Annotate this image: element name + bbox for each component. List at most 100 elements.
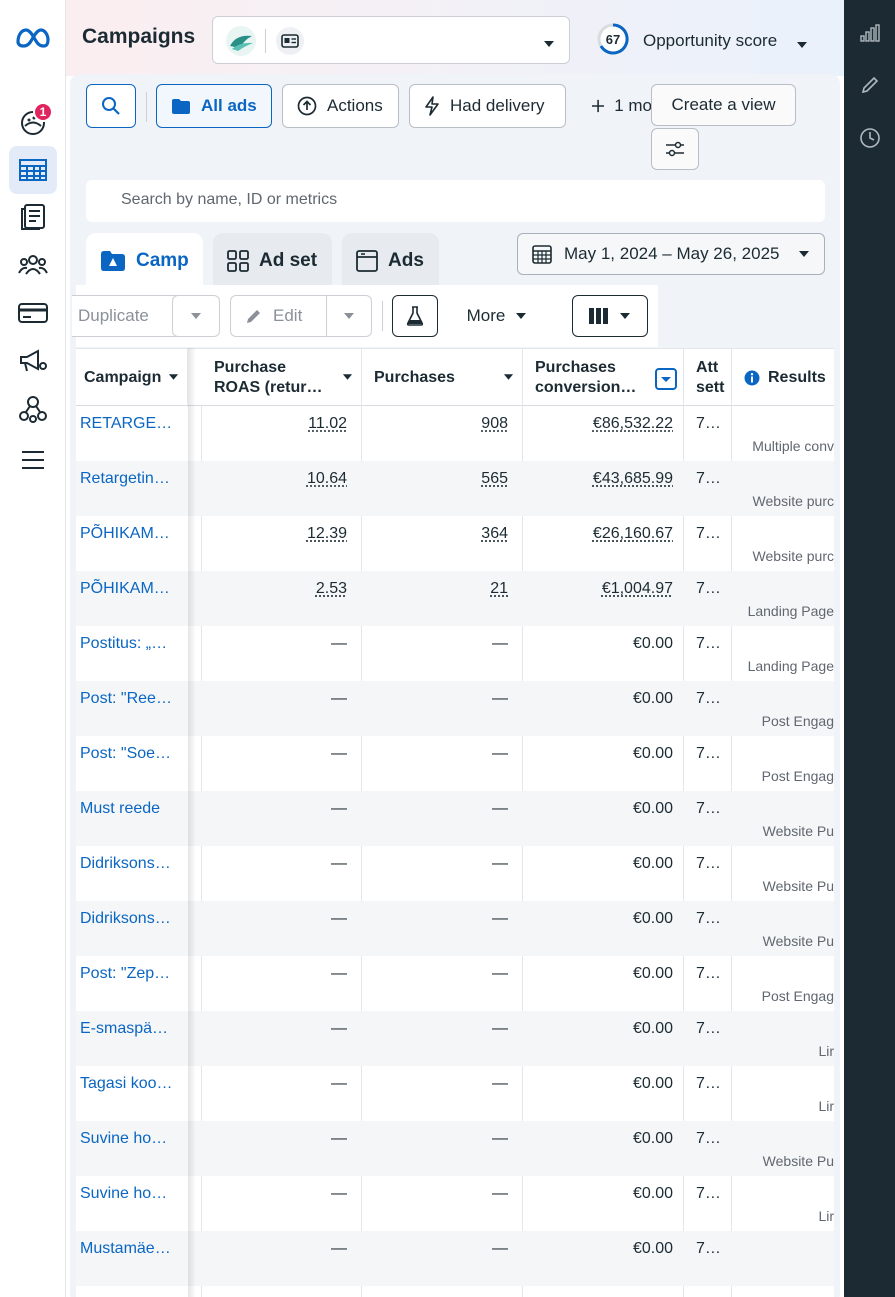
- edit-pencil-icon[interactable]: [857, 72, 883, 98]
- column-header-purchase-roas[interactable]: Purchase ROAS (retur…: [202, 349, 362, 407]
- purchases-cell-text: —: [492, 855, 508, 872]
- tab-ad-sets[interactable]: Ad set: [213, 233, 332, 289]
- purchases-cell: —: [362, 1231, 523, 1286]
- purchase-roas-cell: —: [202, 1176, 362, 1231]
- all-tools-menu-icon[interactable]: [9, 436, 57, 484]
- result-type-cell-text: Lir: [818, 1043, 834, 1059]
- column-header-label: Campaign: [84, 369, 162, 386]
- opportunity-score-label[interactable]: Opportunity score: [643, 31, 777, 51]
- create-view-button[interactable]: Create a view: [651, 84, 796, 126]
- campaign-name-link[interactable]: Post: "Zep…: [76, 956, 188, 1011]
- pages-icon[interactable]: [9, 193, 57, 241]
- campaign-name-link[interactable]: Retargetin…: [76, 461, 188, 516]
- campaign-name-link-text: Didriksons…: [80, 855, 171, 872]
- date-range-picker[interactable]: May 1, 2024 – May 26, 2025: [517, 233, 825, 275]
- conversion-value-cell-text: €0.00: [632, 1020, 673, 1037]
- column-header-label: ROAS (retur…: [214, 379, 323, 396]
- edit-pencil-icon: [247, 310, 260, 323]
- actions-button[interactable]: Actions: [282, 84, 399, 128]
- conversion-value-cell: €0.00: [523, 791, 684, 846]
- attribution-setting-cell: 7…: [684, 956, 732, 1011]
- result-type-cell-text: Landing Page: [747, 603, 834, 619]
- duplicate-dropdown-button[interactable]: [172, 295, 220, 337]
- purchases-cell: —: [362, 956, 523, 1011]
- edit-label: Edit: [273, 306, 303, 325]
- campaign-name-link[interactable]: RETARGE…: [76, 406, 188, 461]
- had-delivery-filter-button[interactable]: Had delivery: [409, 84, 566, 128]
- date-range-label: May 1, 2024 – May 26, 2025: [564, 244, 780, 263]
- tab-campaigns[interactable]: Camp: [86, 233, 203, 289]
- advertising-settings-icon[interactable]: [9, 337, 57, 385]
- result-type-cell-text: Website Pu: [762, 823, 834, 839]
- billing-card-icon[interactable]: [9, 289, 57, 337]
- audiences-icon[interactable]: [9, 241, 57, 289]
- business-network-icon[interactable]: [9, 385, 57, 433]
- attribution-setting-cell-text: 7…: [696, 1240, 721, 1257]
- campaign-name-link[interactable]: PÕHIKAM…: [76, 516, 188, 571]
- sort-dropdown-icon[interactable]: [655, 368, 677, 390]
- chevron-down-icon[interactable]: [796, 36, 808, 54]
- campaign-name-link[interactable]: Suvine ho…: [76, 1121, 188, 1176]
- tab-ads[interactable]: Ads: [342, 233, 439, 289]
- performance-chart-icon[interactable]: [857, 20, 883, 46]
- campaign-name-link[interactable]: Didriksons…: [76, 901, 188, 956]
- ab-test-button[interactable]: [392, 295, 438, 337]
- conversion-value-cell-text: €0.00: [632, 690, 673, 707]
- campaign-name-link-text: Retargetin…: [80, 470, 170, 487]
- conversion-value-cell-text: €0.00: [632, 1130, 673, 1147]
- campaign-name-link[interactable]: Mustamäe…: [76, 1231, 188, 1286]
- campaign-name-link[interactable]: E-smaspä…: [76, 1011, 188, 1066]
- column-header-purchases-conversion[interactable]: Purchases conversion…: [523, 349, 684, 407]
- attribution-setting-cell: 7…: [684, 736, 732, 791]
- all-ads-label: All ads: [201, 96, 257, 115]
- conversion-value-cell: €0.00: [523, 681, 684, 736]
- column-header-purchases[interactable]: Purchases: [362, 349, 523, 407]
- campaign-name-link-text: E-smaspä…: [80, 1020, 169, 1037]
- ad-account-selector[interactable]: [212, 16, 570, 64]
- attribution-setting-cell-text: 7…: [696, 800, 721, 817]
- campaign-name-link[interactable]: Didriksons…: [76, 846, 188, 901]
- campaign-name-link[interactable]: Suvine ho…: [76, 1176, 188, 1231]
- conversion-value-cell-text: €26,160.67: [592, 525, 673, 542]
- column-header-attribution-setting[interactable]: Att sett: [684, 349, 732, 407]
- campaign-name-link[interactable]: Postitus: „…: [76, 626, 188, 681]
- campaign-name-link[interactable]: PÕHIKAM…: [76, 571, 188, 626]
- opportunity-score-gauge[interactable]: 67: [596, 22, 630, 56]
- filter-settings-button[interactable]: [651, 128, 699, 170]
- meta-logo-icon[interactable]: [9, 14, 57, 62]
- search-button[interactable]: [86, 84, 136, 128]
- history-clock-icon[interactable]: [857, 125, 883, 151]
- info-icon: [744, 370, 760, 386]
- purchases-cell-text: —: [492, 800, 508, 817]
- purchases-cell-text: —: [492, 1075, 508, 1092]
- more-actions-button[interactable]: More: [452, 295, 542, 337]
- purchase-roas-cell: 11.02: [202, 406, 362, 461]
- had-delivery-label: Had delivery: [450, 96, 545, 115]
- columns-button[interactable]: [572, 295, 648, 337]
- campaign-name-link-text: RETARGE…: [80, 415, 173, 432]
- campaign-name-link[interactable]: Post: "Ree…: [76, 681, 188, 736]
- purchases-cell-text: 21: [490, 580, 508, 597]
- purchase-roas-cell-text: —: [331, 1020, 347, 1037]
- all-ads-button[interactable]: All ads: [156, 84, 272, 128]
- more-filters-button[interactable]: 1 mo: [578, 84, 652, 128]
- account-logo-icon: [226, 26, 256, 56]
- column-header-campaign[interactable]: Campaign: [76, 349, 188, 407]
- purchases-cell-text: —: [492, 1020, 508, 1037]
- column-header-results[interactable]: Results: [732, 349, 834, 407]
- campaign-name-link-text: PÕHIKAM…: [80, 525, 170, 542]
- opportunity-score-value: 67: [605, 31, 621, 47]
- conversion-value-cell-text: €86,532.22: [592, 415, 673, 432]
- edit-dropdown-button[interactable]: [326, 295, 372, 337]
- chevron-down-icon: [516, 313, 527, 319]
- notifications-icon[interactable]: 1: [9, 98, 57, 146]
- campaign-name-link[interactable]: Post: "Soe…: [76, 736, 188, 791]
- search-input[interactable]: Search by name, ID or metrics: [86, 180, 825, 222]
- purchases-cell: —: [362, 736, 523, 791]
- conversion-value-cell-text: €0.00: [632, 965, 673, 982]
- campaign-name-link[interactable]: Tagasi koo…: [76, 1066, 188, 1121]
- chevron-down-icon: [543, 35, 555, 53]
- campaign-name-link[interactable]: Must reede: [76, 791, 188, 846]
- edit-button[interactable]: Edit: [230, 295, 326, 337]
- campaigns-table-icon[interactable]: [9, 146, 57, 194]
